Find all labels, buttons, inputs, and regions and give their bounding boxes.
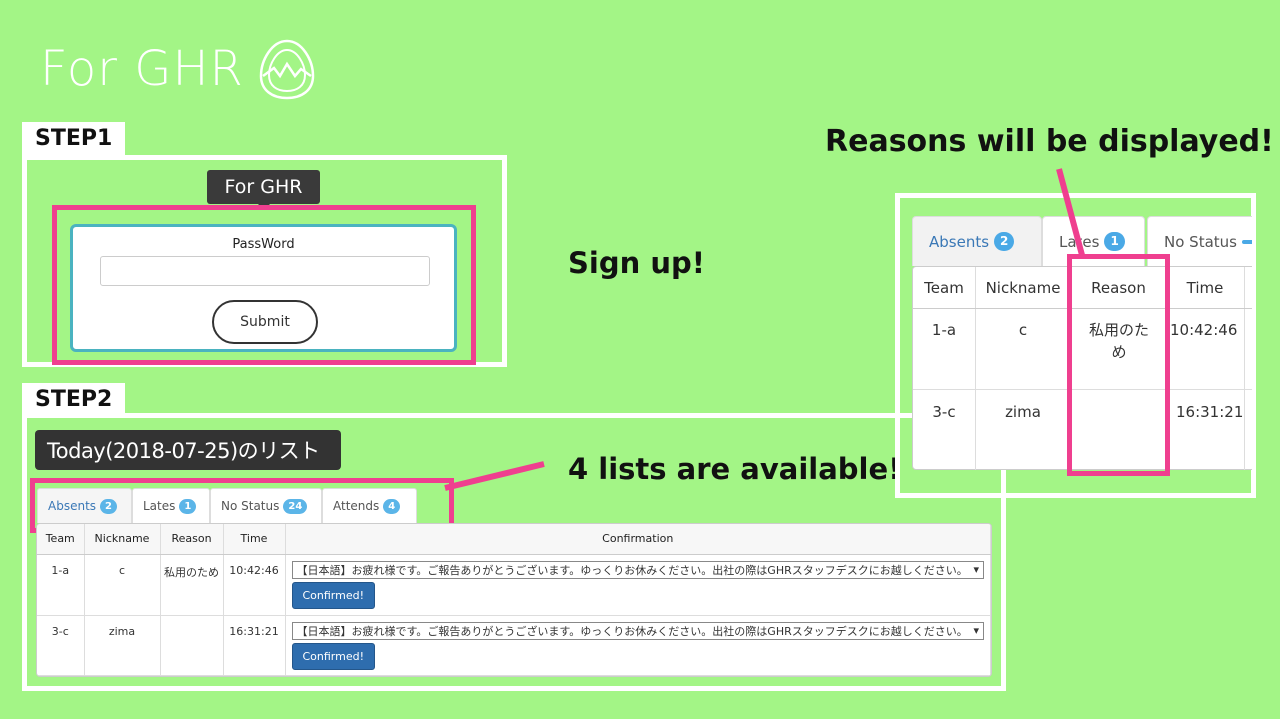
table-row: 1-a c 私用のため 10:42:46 【日本語】お疲れ様です。ご報告ありがと… — [37, 554, 991, 616]
team-cell: 1-a — [37, 554, 85, 616]
egg-mountain-icon — [259, 39, 315, 100]
reason-cell: 私用のため — [160, 554, 224, 616]
tab-count-badge: 1 — [1104, 232, 1125, 251]
brand-title: For GHR — [40, 41, 244, 97]
time-cell: 10:42:46 — [223, 554, 286, 616]
column-header-reason: Reason — [160, 524, 224, 555]
confirmation-cell: 【日本語】お疲れ様です。ご報告ありがとうございます。ゆっくりお休みください。出社… — [285, 554, 991, 616]
nickname-cell: c — [1018, 321, 1028, 339]
zoom-header-time: Time — [1186, 279, 1224, 297]
team-cell: 3-c — [932, 403, 956, 421]
confirmed-button[interactable]: Confirmed! — [291, 581, 376, 609]
reasons-callout: Reasons will be displayed! — [825, 124, 1274, 159]
step1-label: STEP1 — [22, 122, 126, 156]
dropdown-arrow-icon: ▾ — [973, 563, 979, 576]
password-label: PassWord — [232, 237, 295, 252]
absents-table: Team Nickname Reason Time Confirmation 1… — [36, 523, 992, 677]
column-header-team: Team — [37, 524, 85, 555]
brand-tooltip: For GHR — [207, 170, 320, 210]
zoom-header-team: Team — [924, 279, 964, 297]
column-header-confirmation: Confirmation — [285, 524, 991, 555]
time-cell: 10:42:46 — [1170, 321, 1238, 339]
message-select-value: 【日本語】お疲れ様です。ご報告ありがとうございます。ゆっくりお休みください。出社… — [296, 624, 968, 638]
time-cell: 16:31:21 — [1176, 403, 1244, 421]
nickname-cell: zima — [1005, 403, 1041, 421]
tab-label: Absents — [929, 232, 990, 251]
tab-count-badge — [1241, 239, 1252, 244]
team-cell: 1-a — [931, 321, 957, 339]
brand-header: For GHR — [40, 36, 316, 102]
submit-button[interactable]: Submit — [212, 300, 318, 344]
zoom-header-nickname: Nickname — [985, 279, 1061, 297]
step2-label: STEP2 — [22, 383, 126, 417]
column-divider — [975, 267, 976, 470]
table-row: 3-c zima 16:31:21 【日本語】お疲れ様です。ご報告ありがとうござ… — [37, 615, 991, 676]
team-cell: 3-c — [37, 615, 85, 676]
lists-callout: 4 lists are available! — [568, 452, 902, 486]
confirmation-cell: 【日本語】お疲れ様です。ご報告ありがとうございます。ゆっくりお休みください。出社… — [285, 615, 991, 676]
tab-label: No Status — [1164, 232, 1237, 251]
zoom-tab-absents[interactable]: Absents 2 — [912, 216, 1042, 266]
dropdown-arrow-icon: ▾ — [973, 624, 979, 637]
login-card: PassWord Submit — [70, 224, 457, 352]
message-select-value: 【日本語】お疲れ様です。ご報告ありがとうございます。ゆっくりお休みください。出社… — [296, 563, 968, 577]
reason-column-highlight — [1067, 254, 1170, 476]
signup-callout: Sign up! — [568, 246, 705, 280]
list-title: Today(2018-07-25)のリスト — [35, 430, 341, 470]
message-select[interactable]: 【日本語】お疲れ様です。ご報告ありがとうございます。ゆっくりお休みください。出社… — [291, 560, 984, 579]
confirmed-button[interactable]: Confirmed! — [291, 642, 376, 670]
column-divider — [1244, 267, 1245, 470]
time-cell: 16:31:21 — [223, 615, 286, 676]
tooltip-text: For GHR — [224, 176, 303, 198]
column-header-nickname: Nickname — [84, 524, 161, 555]
message-select[interactable]: 【日本語】お疲れ様です。ご報告ありがとうございます。ゆっくりお休みください。出社… — [291, 621, 984, 640]
nickname-cell: zima — [84, 615, 161, 676]
tab-count-badge: 2 — [994, 232, 1015, 251]
password-input[interactable] — [100, 256, 430, 286]
reason-cell — [160, 615, 224, 676]
callout-pointer-line — [444, 461, 545, 491]
nickname-cell: c — [84, 554, 161, 616]
column-header-time: Time — [223, 524, 286, 555]
callout-pointer-line — [1056, 168, 1085, 256]
